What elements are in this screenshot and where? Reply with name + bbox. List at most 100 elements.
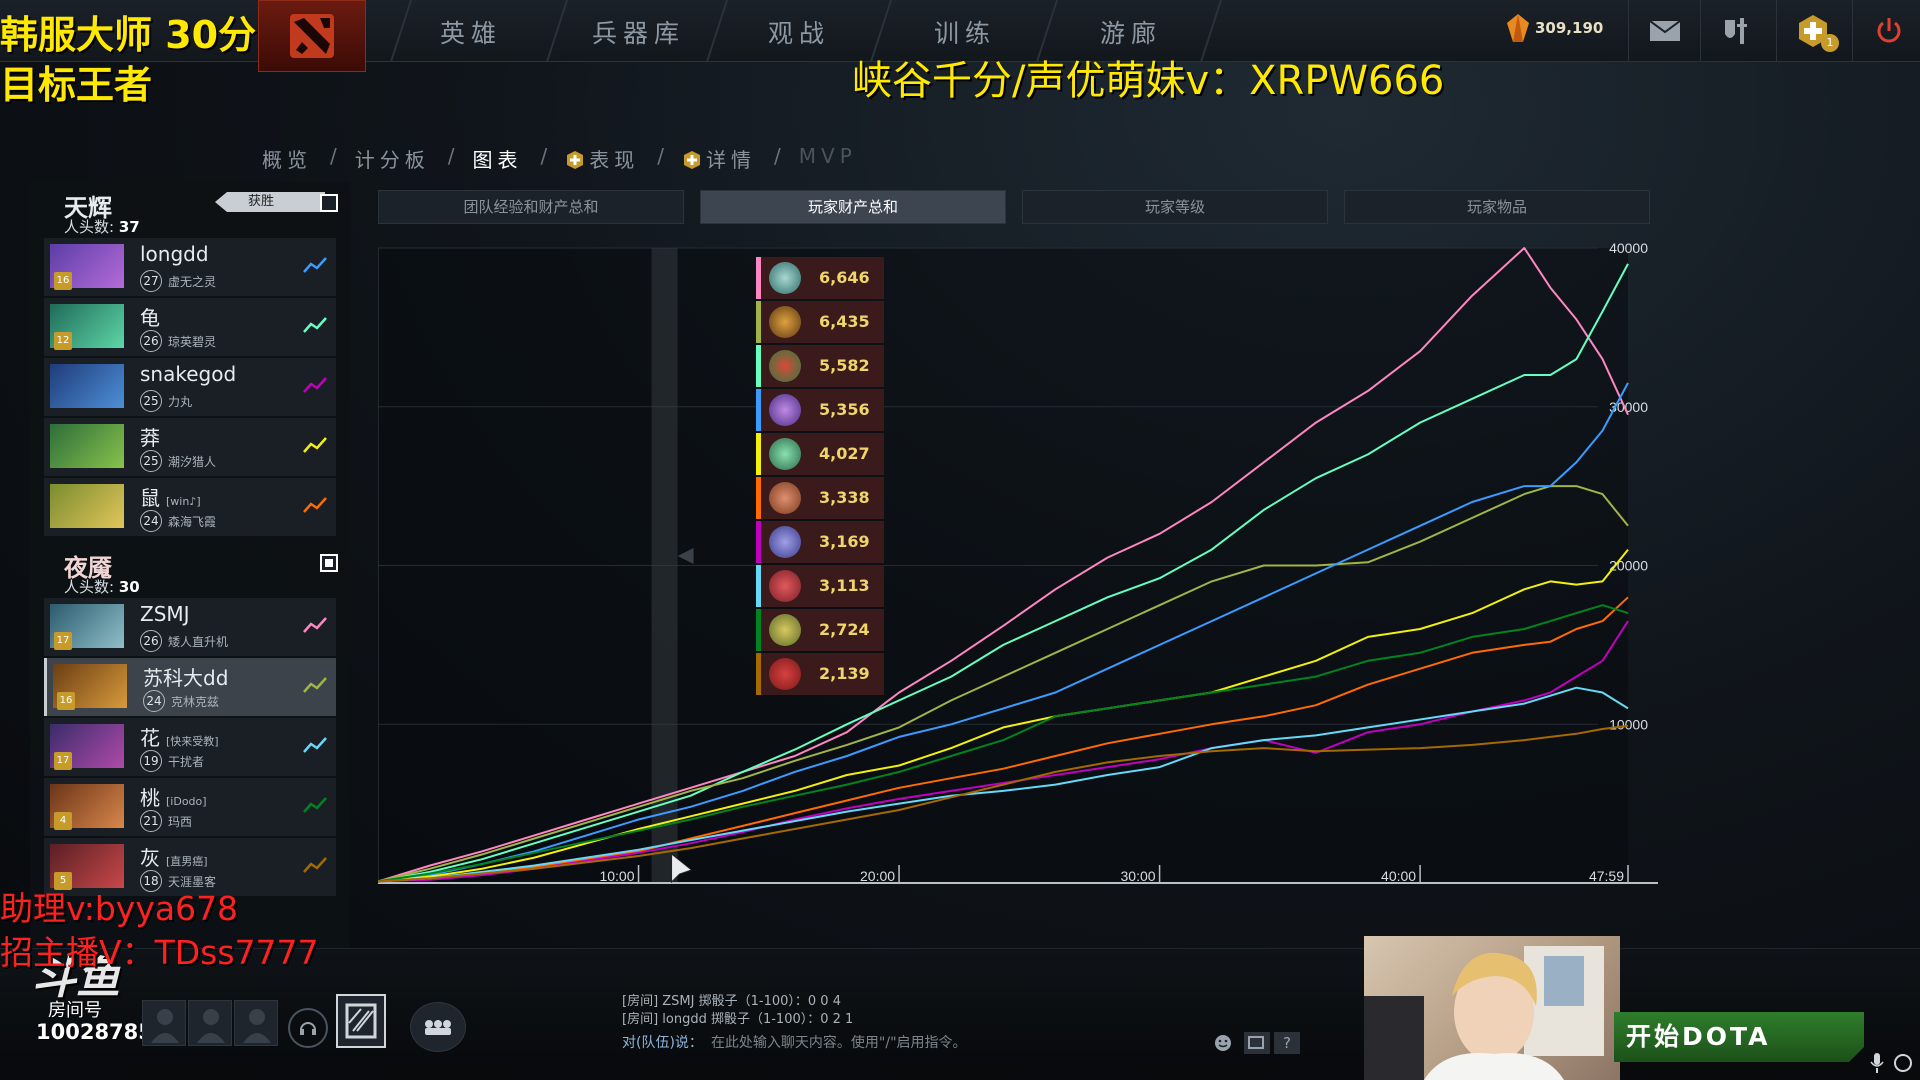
networth-value: 2,724 bbox=[819, 620, 870, 639]
player-name-text: 鼠 bbox=[140, 486, 160, 510]
nav-arcade[interactable]: 游廊 bbox=[1100, 14, 1162, 50]
overlay-goal-text: 目标王者 bbox=[0, 63, 153, 107]
player-row[interactable]: 17 ZSMJ 26 矮人直升机 bbox=[44, 598, 336, 656]
nav-separator bbox=[705, 0, 729, 62]
nav-watch[interactable]: 观战 bbox=[768, 14, 830, 50]
graph-trend-toggle-icon[interactable] bbox=[302, 854, 328, 876]
hero-name: 克林克兹 bbox=[171, 695, 220, 709]
subnav-performance[interactable]: 表现 bbox=[565, 144, 639, 173]
player-row[interactable]: 16 longdd 27 虚无之灵 bbox=[44, 238, 336, 296]
dire-kills: 人头数: 30 bbox=[64, 576, 140, 597]
subnav-overview[interactable]: 概览 bbox=[262, 144, 312, 173]
player-name-text: 苏科大dd bbox=[143, 666, 229, 690]
radiant-toggle-checkbox[interactable] bbox=[320, 194, 338, 212]
hero-name: 潮汐猎人 bbox=[168, 455, 217, 469]
networth-entry: 4,027 bbox=[756, 433, 884, 475]
player-row[interactable]: 17 花 [快来受教] 19 干扰者 bbox=[44, 718, 336, 776]
dire-header: 夜魇 人头数: 30 bbox=[30, 542, 350, 598]
graph-trend-toggle-icon[interactable] bbox=[302, 434, 328, 456]
subnav-details[interactable]: 详情 bbox=[682, 144, 756, 173]
x-tick-label: 20:00 bbox=[860, 868, 895, 884]
x-tick-label: 47:59 bbox=[1589, 868, 1624, 884]
nav-learn[interactable]: 训练 bbox=[934, 14, 996, 50]
chat-popout-button[interactable] bbox=[1244, 1032, 1270, 1054]
tab-player-networth[interactable]: 玩家财产总和 bbox=[700, 190, 1006, 224]
tab-player-level[interactable]: 玩家等级 bbox=[1022, 190, 1328, 224]
radiant-kills: 人头数: 37 bbox=[64, 216, 140, 237]
emoji-button[interactable] bbox=[1214, 1034, 1232, 1056]
time-scrubber-band[interactable] bbox=[651, 248, 678, 883]
hero-name: 琼英碧灵 bbox=[168, 335, 217, 349]
networth-entry: 5,582 bbox=[756, 345, 884, 387]
graph-trend-toggle-icon[interactable] bbox=[302, 794, 328, 816]
nav-separator bbox=[545, 0, 569, 62]
chat-message: [房间] ZSMJ 掷骰子（1-100）：0 0 4 bbox=[622, 994, 841, 1009]
nav-armory[interactable]: 兵器库 bbox=[592, 14, 685, 50]
rank-badge: 16 bbox=[54, 272, 72, 290]
play-dota-button[interactable]: 开始DOTA bbox=[1614, 1012, 1864, 1062]
player-row[interactable]: 莽 25 潮汐猎人 bbox=[44, 418, 336, 476]
player-name: 鼠 [win♪] bbox=[140, 482, 201, 511]
player-row[interactable]: 4 桃 [iDodo] 21 玛西 bbox=[44, 778, 336, 836]
player-name: longdd bbox=[140, 242, 215, 266]
networth-value: 2,139 bbox=[819, 664, 870, 683]
party-slot-empty[interactable] bbox=[234, 1000, 278, 1046]
party-slot-empty[interactable] bbox=[188, 1000, 232, 1046]
networth-entry: 2,139 bbox=[756, 653, 884, 695]
graph-trend-toggle-icon[interactable] bbox=[302, 314, 328, 336]
player-row[interactable]: snakegod 25 力丸 bbox=[44, 358, 336, 416]
person-silhouette-icon bbox=[243, 1009, 271, 1043]
rank-badge: 17 bbox=[54, 752, 72, 770]
tab-player-items[interactable]: 玩家物品 bbox=[1344, 190, 1650, 224]
subnav-separator: / bbox=[447, 144, 455, 168]
player-row[interactable]: 鼠 [win♪] 24 森海飞霞 bbox=[44, 478, 336, 536]
hero-level: 24 bbox=[143, 690, 165, 712]
chat-input-field[interactable]: 对(队伍)说： 在此处输入聊天内容。使用"/"启用指令。 bbox=[622, 1032, 967, 1052]
player-name: snakegod bbox=[140, 362, 242, 386]
shards-currency[interactable]: 309,190 bbox=[1507, 14, 1603, 42]
battle-pass-button[interactable] bbox=[336, 994, 386, 1048]
player-tag: [iDodo] bbox=[166, 795, 207, 808]
player-row[interactable]: 16 苏科大dd 24 克林克兹 bbox=[44, 658, 336, 716]
networth-snapshot-list: 6,646 6,435 5,582 5,356 4,027 3,338 3,169 3,113… bbox=[756, 257, 884, 697]
armory-shield-button[interactable] bbox=[1700, 0, 1772, 62]
person-silhouette-icon bbox=[197, 1009, 225, 1043]
nav-heroes[interactable]: 英雄 bbox=[440, 14, 502, 50]
networth-entry: 3,169 bbox=[756, 521, 884, 563]
graph-trend-toggle-icon[interactable] bbox=[302, 374, 328, 396]
graph-trend-toggle-icon[interactable] bbox=[302, 674, 328, 696]
graph-trend-toggle-icon[interactable] bbox=[302, 254, 328, 276]
hero-name: 森海飞霞 bbox=[168, 515, 217, 529]
networth-value: 6,646 bbox=[819, 268, 870, 287]
subnav-mvp[interactable]: MVP bbox=[799, 144, 857, 173]
networth-entry: 3,113 bbox=[756, 565, 884, 607]
graph-trend-toggle-icon[interactable] bbox=[302, 614, 328, 636]
dota-logo-button[interactable] bbox=[258, 0, 366, 72]
chat-help-button[interactable]: ? bbox=[1274, 1032, 1300, 1054]
hero-name: 虚无之灵 bbox=[168, 275, 217, 289]
mail-button[interactable] bbox=[1628, 0, 1700, 62]
tab-team-xp-networth[interactable]: 团队经验和财产总和 bbox=[378, 190, 684, 224]
subnav-graphs[interactable]: 图表 bbox=[473, 144, 523, 173]
microphone-button[interactable] bbox=[1864, 1050, 1890, 1076]
search-game-button[interactable] bbox=[1890, 1050, 1916, 1076]
power-button[interactable] bbox=[1852, 0, 1920, 62]
networth-entry: 6,646 bbox=[756, 257, 884, 299]
voice-chat-button[interactable] bbox=[288, 1008, 328, 1048]
networth-line-chart[interactable]: 1000020000300004000010:00 20:00 30:00 40:00… bbox=[378, 238, 1658, 888]
party-slot-empty[interactable] bbox=[142, 1000, 186, 1046]
dire-kills-label: 人头数: bbox=[64, 578, 115, 596]
player-row[interactable]: 12 龟 26 琼英碧灵 bbox=[44, 298, 336, 356]
y-tick-label: 10000 bbox=[1609, 716, 1648, 732]
radiant-kills-label: 人头数: bbox=[64, 218, 115, 236]
chat-channels-button[interactable] bbox=[410, 1002, 466, 1052]
hero-portrait bbox=[50, 424, 124, 468]
player-name-text: snakegod bbox=[140, 362, 237, 386]
dire-toggle-checkbox[interactable] bbox=[320, 554, 338, 572]
subnav-scoreboard[interactable]: 计分板 bbox=[355, 144, 430, 173]
graph-trend-toggle-icon[interactable] bbox=[302, 494, 328, 516]
subnav-details-label: 详情 bbox=[706, 148, 756, 172]
graph-trend-toggle-icon[interactable] bbox=[302, 734, 328, 756]
plus-notifications-button[interactable]: 1 bbox=[1776, 0, 1848, 62]
player-name-text: 桃 bbox=[140, 786, 160, 810]
